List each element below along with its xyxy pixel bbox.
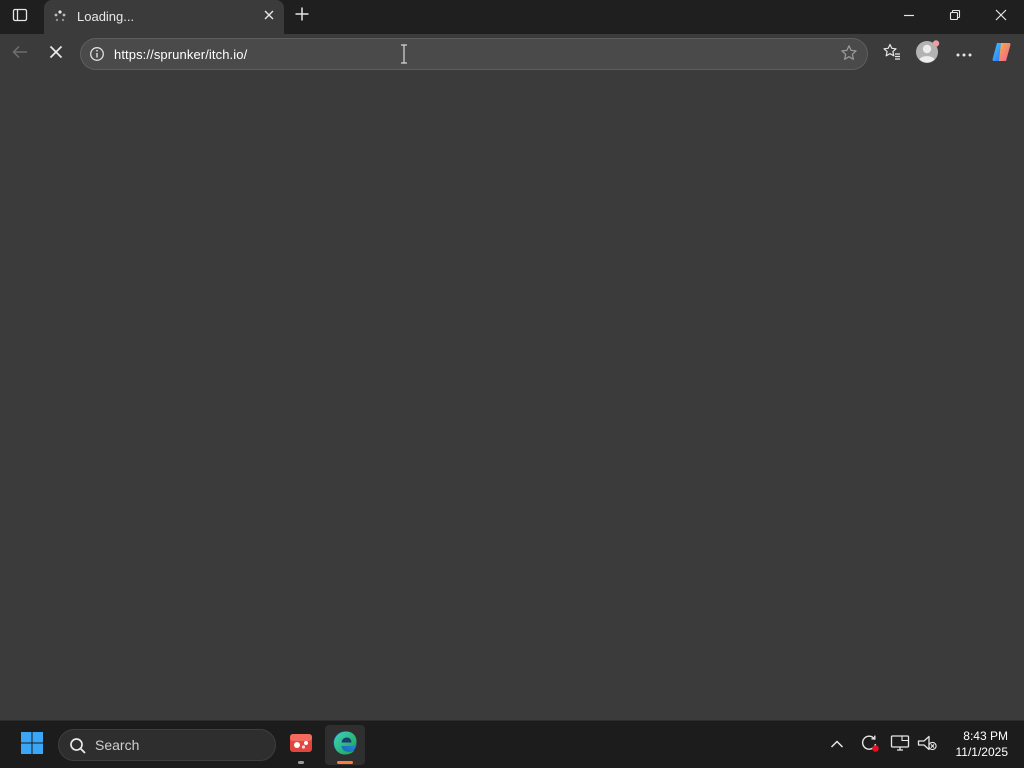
network-button[interactable] xyxy=(914,731,940,759)
loading-spinner-icon xyxy=(52,9,68,25)
start-button[interactable] xyxy=(12,727,52,763)
tab-title: Loading... xyxy=(77,9,135,24)
update-icon xyxy=(859,733,879,758)
close-window-button[interactable] xyxy=(978,0,1024,34)
favorites-icon xyxy=(882,42,902,67)
copilot-icon xyxy=(990,40,1014,69)
address-bar[interactable]: https://sprunker/itch.io/ xyxy=(80,38,868,70)
stop-loading-button[interactable] xyxy=(42,40,70,68)
browser-toolbar: https://sprunker/itch.io/ xyxy=(0,34,1024,74)
close-icon xyxy=(995,8,1007,26)
clock-time: 8:43 PM xyxy=(963,729,1008,743)
stop-icon xyxy=(48,44,64,65)
text-cursor-icon xyxy=(399,43,409,65)
minimize-button[interactable] xyxy=(886,0,932,34)
profile-button[interactable] xyxy=(914,39,942,70)
plus-icon xyxy=(294,6,310,27)
app-active-indicator xyxy=(337,761,353,764)
taskbar-clock[interactable]: 8:43 PM 11/1/2025 xyxy=(942,728,1009,762)
copilot-button[interactable] xyxy=(988,40,1016,68)
url-text[interactable]: https://sprunker/itch.io/ xyxy=(114,47,247,62)
search-label: Search xyxy=(95,737,140,753)
game-app-icon xyxy=(288,731,314,760)
taskbar-app-game[interactable] xyxy=(281,725,321,765)
app-running-indicator xyxy=(298,761,304,764)
tab-actions-icon xyxy=(12,7,28,28)
network-off-icon xyxy=(917,734,937,757)
more-icon xyxy=(955,45,973,63)
display-button[interactable] xyxy=(887,731,913,759)
close-tab-button[interactable] xyxy=(260,8,278,26)
restore-icon xyxy=(949,8,961,26)
new-tab-button[interactable] xyxy=(290,4,314,28)
show-hidden-icons-button[interactable] xyxy=(824,731,850,759)
windows-icon xyxy=(20,731,44,760)
edge-icon xyxy=(332,730,358,761)
more-options-button[interactable] xyxy=(950,40,978,68)
chevron-up-icon xyxy=(830,736,844,754)
search-icon xyxy=(69,737,87,755)
close-icon xyxy=(263,8,275,26)
clock-date: 11/1/2025 xyxy=(955,745,1009,759)
add-favorite-button[interactable] xyxy=(839,44,859,67)
page-content-area[interactable] xyxy=(0,74,1024,720)
info-icon[interactable] xyxy=(89,46,105,62)
update-status-button[interactable] xyxy=(856,731,882,759)
favorites-button[interactable] xyxy=(878,40,906,68)
taskbar-search[interactable]: Search xyxy=(58,729,276,761)
back-button[interactable] xyxy=(6,40,34,68)
browser-titlebar: Loading... xyxy=(0,0,1024,34)
profile-icon xyxy=(915,39,941,70)
tab-actions-button[interactable] xyxy=(6,4,34,30)
taskbar: Search 8:43 PM 11/1/2025 xyxy=(0,720,1024,768)
star-icon xyxy=(840,44,858,67)
minimize-icon xyxy=(903,8,915,26)
display-icon xyxy=(890,734,910,757)
back-arrow-icon xyxy=(11,43,29,66)
taskbar-app-edge[interactable] xyxy=(325,725,365,765)
restore-button[interactable] xyxy=(932,0,978,34)
browser-tab-active[interactable]: Loading... xyxy=(44,0,284,34)
